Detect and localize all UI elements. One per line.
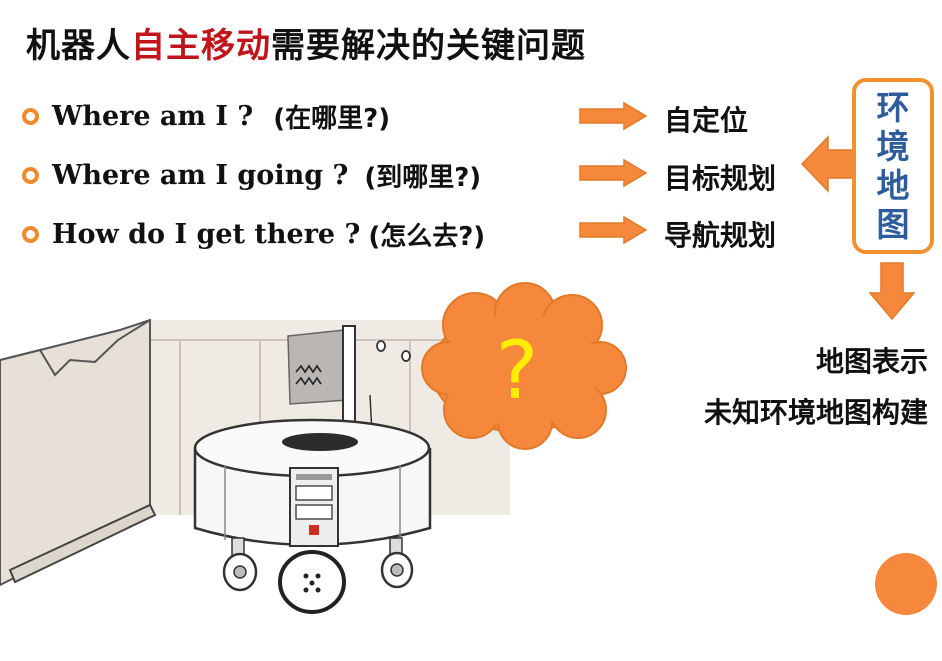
question-item: Where am I going ? (到哪里?) <box>22 155 481 195</box>
bullet-icon <box>22 166 39 184</box>
question-mark: ? <box>496 324 538 417</box>
answer-goal-planning: 目标规划 <box>664 162 777 195</box>
env-map-label: 环境地图 <box>876 88 910 244</box>
right-arrow-icon <box>579 158 648 188</box>
slide-title: 机器人自主移动需要解决的关键问题 <box>26 18 586 67</box>
right-arrow-icon <box>579 101 648 131</box>
question-zh: (怎么去?) <box>368 221 486 252</box>
question-item: How do I get there ? (怎么去?) <box>22 214 485 254</box>
question-en: Where am I ? <box>52 100 254 132</box>
corner-dot <box>875 553 937 615</box>
question-item: Where am I ? (在哪里?) <box>22 96 390 136</box>
answer-self-localization: 自定位 <box>664 104 749 137</box>
title-highlight: 自主移动 <box>131 26 271 66</box>
question-zh: (到哪里?) <box>364 162 482 193</box>
map-task-representation: 地图表示 <box>815 345 928 378</box>
map-task-unknown-env-building: 未知环境地图构建 <box>703 396 928 429</box>
down-arrow-icon <box>868 262 916 321</box>
thought-cloud: ? <box>421 282 627 450</box>
bullet-icon <box>22 107 39 125</box>
question-zh: (在哪里?) <box>273 103 391 134</box>
question-en: How do I get there ? <box>52 218 361 250</box>
answer-navigation-planning: 导航规划 <box>664 219 777 252</box>
bullet-icon <box>22 225 39 243</box>
title-part1: 机器人 <box>26 26 131 66</box>
question-en: Where am I going ? <box>52 159 349 191</box>
env-map-box: 环境地图 <box>852 78 934 254</box>
left-arrow-icon <box>800 135 855 193</box>
right-arrow-icon <box>579 215 648 245</box>
title-part2: 需要解决的关键问题 <box>271 26 586 66</box>
